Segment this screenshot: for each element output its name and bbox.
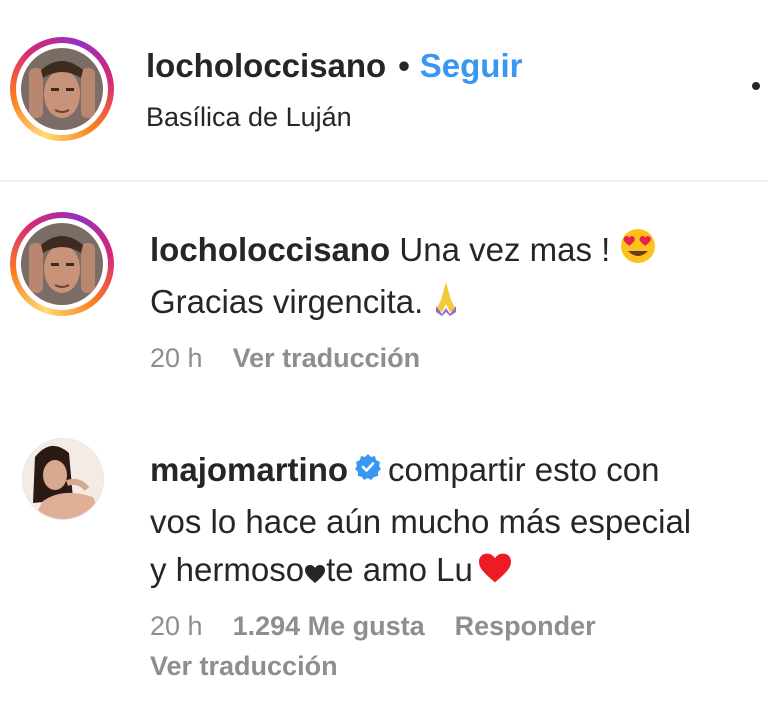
red-heart-emoji-icon bbox=[473, 549, 513, 597]
header-user-line: locholoccisano • Seguir bbox=[146, 44, 522, 88]
profile-photo-icon bbox=[21, 223, 103, 305]
verified-badge-icon bbox=[354, 446, 382, 494]
comment-line3-part2: te amo Lu bbox=[326, 551, 473, 589]
caption-line1: Una vez mas ! bbox=[399, 231, 611, 268]
comment-line3-part1: y hermoso bbox=[150, 551, 305, 589]
comment-translate-link[interactable]: Ver traducción bbox=[150, 651, 338, 681]
comment-time: 20 h bbox=[150, 611, 203, 641]
comment-username[interactable]: majomartino bbox=[150, 451, 348, 488]
comment-meta: 20 h 1.294 Me gusta Responder bbox=[150, 608, 596, 644]
profile-photo-icon bbox=[21, 48, 103, 130]
caption-meta: 20 h Ver traducción bbox=[150, 340, 420, 376]
more-options-icon[interactable] bbox=[752, 82, 760, 90]
comment-text: majomartino compartir esto con vos lo ha… bbox=[150, 446, 750, 597]
post-header: locholoccisano • Seguir Basílica de Luján bbox=[0, 0, 767, 182]
header-avatar[interactable] bbox=[10, 37, 114, 141]
caption-username[interactable]: locholoccisano bbox=[150, 231, 390, 268]
comment-avatar[interactable] bbox=[22, 438, 104, 520]
profile-photo-icon bbox=[23, 439, 103, 519]
reply-button[interactable]: Responder bbox=[455, 611, 596, 641]
comment-line1: compartir esto con bbox=[388, 451, 660, 488]
heart-eyes-emoji-icon bbox=[619, 227, 657, 278]
header-separator: • bbox=[398, 47, 410, 84]
comment-translate-row: Ver traducción bbox=[150, 648, 338, 684]
header-username[interactable]: locholoccisano bbox=[146, 47, 386, 84]
follow-button[interactable]: Seguir bbox=[420, 47, 523, 84]
caption-avatar[interactable] bbox=[10, 212, 114, 316]
comment-line2: vos lo hace aún mucho más especial bbox=[150, 503, 692, 541]
caption-text: locholoccisano Una vez mas ! Gracias vir… bbox=[150, 226, 750, 329]
location-link[interactable]: Basílica de Luján bbox=[146, 98, 352, 136]
caption-time: 20 h bbox=[150, 343, 203, 373]
caption-translate-link[interactable]: Ver traducción bbox=[233, 343, 421, 373]
black-heart-icon bbox=[304, 549, 326, 597]
comment-likes-link[interactable]: 1.294 Me gusta bbox=[233, 611, 425, 641]
folded-hands-emoji-icon bbox=[432, 280, 460, 329]
caption-line2: Gracias virgencita. bbox=[150, 282, 424, 320]
